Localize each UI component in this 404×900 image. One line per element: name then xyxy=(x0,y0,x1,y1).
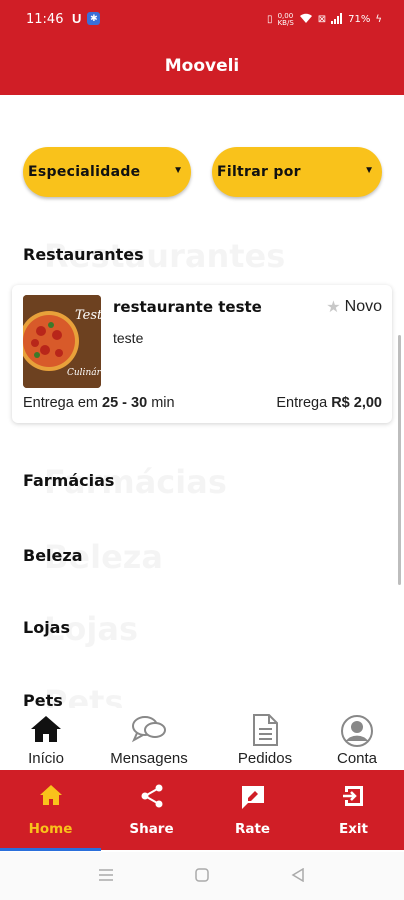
section-title-beauty: Beleza xyxy=(23,546,83,565)
recents-icon[interactable] xyxy=(98,868,114,887)
filter-by-dropdown[interactable]: Filtrar por ▼ xyxy=(212,147,382,197)
dropdown-arrow-icon: ▼ xyxy=(364,165,374,176)
restaurant-name: restaurante teste xyxy=(113,298,262,316)
bottom-share-button[interactable]: Share xyxy=(101,770,202,850)
exit-icon xyxy=(342,784,366,813)
data-speed-icon: 0,00 KB/S xyxy=(277,11,294,27)
tab-conta[interactable]: Conta xyxy=(307,708,404,770)
app-title: Mooveli xyxy=(164,56,240,76)
battery-percent: 71% xyxy=(348,14,371,25)
dropdown-arrow-icon: ▼ xyxy=(173,165,183,176)
specialty-dropdown[interactable]: Especialidade ▼ xyxy=(23,147,191,197)
rate-icon xyxy=(240,784,266,815)
bottom-home-button[interactable]: Home xyxy=(0,770,101,850)
home-icon xyxy=(30,714,62,749)
delivery-time: Entrega em 25 - 30 min xyxy=(23,395,175,411)
specialty-dropdown-label: Especialidade xyxy=(28,164,141,180)
document-icon xyxy=(251,714,279,751)
image-text-bottom: Culinária xyxy=(67,367,101,378)
account-icon xyxy=(340,714,374,753)
section-title-restaurants: Restaurantes xyxy=(23,245,144,264)
bottom-exit-button[interactable]: Exit xyxy=(303,770,404,850)
bottom-home-label: Home xyxy=(28,821,73,837)
section-title-pharmacies: Farmácias xyxy=(23,471,115,490)
charging-icon: ϟ xyxy=(375,14,382,25)
tab-mensagens[interactable]: Mensagens xyxy=(99,708,199,770)
bottom-rate-button[interactable]: Rate xyxy=(202,770,303,850)
star-icon: ★ xyxy=(326,299,341,316)
section-title-stores: Lojas xyxy=(23,618,70,637)
tab-bar: Início Mensagens Pedidos Conta xyxy=(0,708,404,770)
wifi-icon xyxy=(299,12,313,27)
status-bar: 11:46 U ✱ ▯ 0,00 KB/S ⊠ 71% ϟ xyxy=(0,0,404,40)
bottom-share-label: Share xyxy=(129,821,174,837)
chat-icon xyxy=(131,714,167,749)
bottom-rate-label: Rate xyxy=(234,821,271,837)
bluetooth-app-icon: ✱ xyxy=(87,12,101,25)
image-text-top: Teste xyxy=(75,308,101,323)
back-icon[interactable] xyxy=(291,867,305,887)
new-badge-label: Novo xyxy=(344,298,382,315)
delivery-time-unit: min xyxy=(151,395,175,411)
signal-icon xyxy=(331,12,343,27)
new-badge: ★ Novo xyxy=(326,297,382,317)
status-notification-icons: U ✱ xyxy=(72,11,101,26)
status-system-icons: ▯ 0,00 KB/S ⊠ 71% ϟ xyxy=(267,12,382,27)
status-time: 11:46 xyxy=(26,12,64,27)
tab-conta-label: Conta xyxy=(336,750,378,767)
restaurant-image: Teste Culinária xyxy=(23,295,101,388)
delivery-time-value: 25 - 30 xyxy=(102,395,148,411)
filter-by-dropdown-label: Filtrar por xyxy=(217,164,301,180)
share-icon xyxy=(140,784,164,813)
no-sim-icon: ⊠ xyxy=(317,14,327,25)
delivery-fee: Entrega R$ 2,00 xyxy=(276,395,382,411)
restaurant-description: teste xyxy=(113,330,144,346)
active-tab-indicator xyxy=(0,848,101,851)
tab-inicio[interactable]: Início xyxy=(0,708,96,770)
delivery-fee-value: R$ 2,00 xyxy=(331,395,382,411)
tab-pedidos-label: Pedidos xyxy=(237,750,293,767)
notification-u-icon: U xyxy=(72,11,82,26)
home-icon xyxy=(39,784,63,811)
home-nav-icon[interactable] xyxy=(195,868,209,887)
tab-inicio-label: Início xyxy=(28,750,64,767)
tab-pedidos[interactable]: Pedidos xyxy=(215,708,315,770)
delivery-fee-prefix: Entrega xyxy=(276,395,328,411)
bottom-action-bar: Home Share Rate Exit xyxy=(0,770,404,850)
delivery-time-prefix: Entrega em xyxy=(23,395,98,411)
app-bar: Mooveli xyxy=(0,40,404,95)
system-nav-bar xyxy=(0,852,404,900)
scrollbar[interactable] xyxy=(398,335,401,585)
bottom-exit-label: Exit xyxy=(338,821,368,837)
tab-mensagens-label: Mensagens xyxy=(110,750,188,767)
vibrate-icon: ▯ xyxy=(267,14,273,25)
restaurant-card[interactable]: Teste Culinária restaurante teste teste … xyxy=(12,285,392,423)
